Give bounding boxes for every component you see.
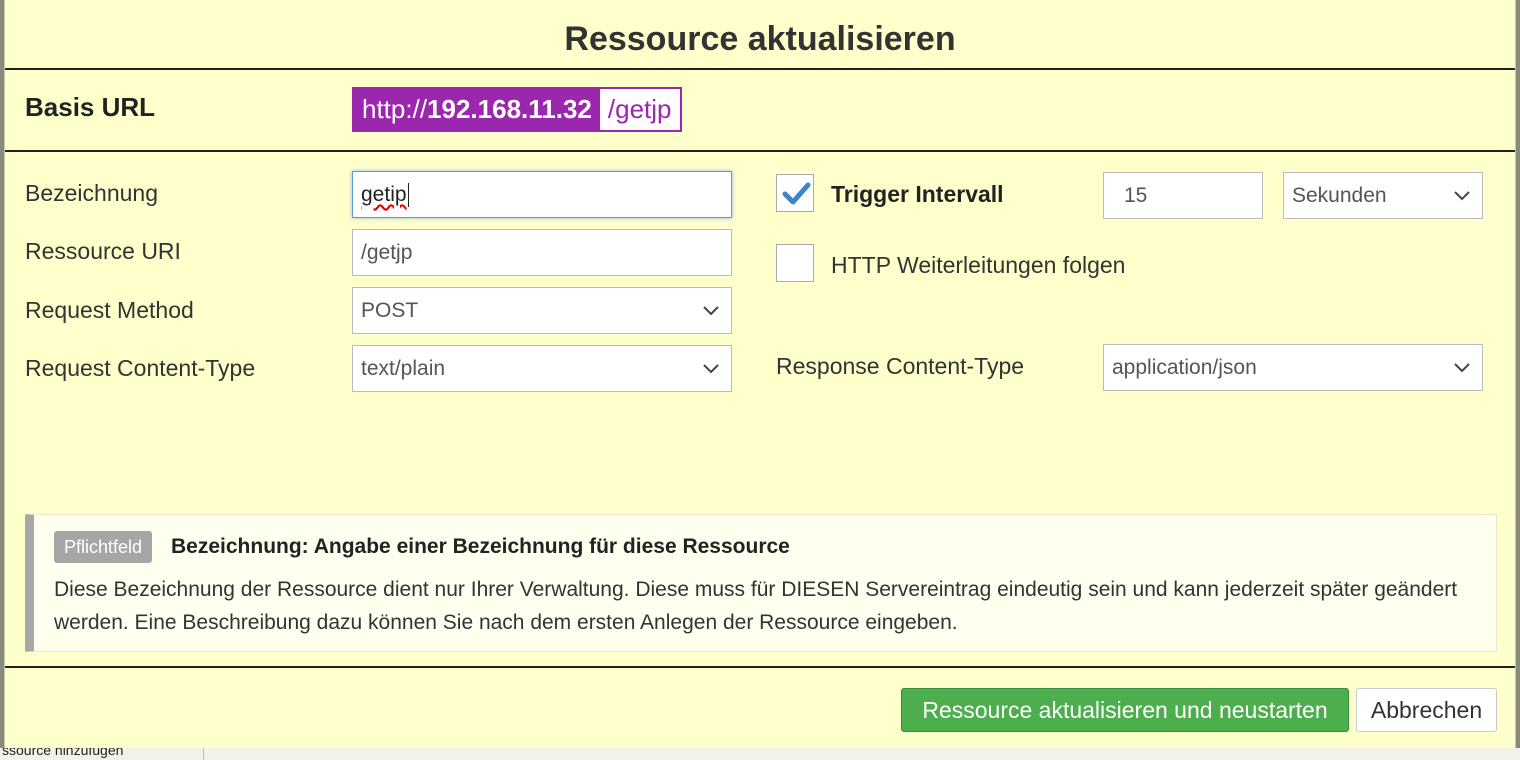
base-url-row: Basis URL http://192.168.11.32 /getjp — [5, 70, 1515, 152]
resp-content-type-value: application/json — [1112, 356, 1257, 379]
trigger-interval-input[interactable]: 15 — [1103, 172, 1263, 219]
req-content-type-select[interactable]: text/plain — [352, 345, 732, 392]
method-value: POST — [361, 299, 419, 322]
req-content-type-label: Request Content-Type — [25, 355, 256, 381]
update-resource-dialog: Ressource aktualisieren Basis URL http:/… — [4, 0, 1516, 748]
redirects-label: HTTP Weiterleitungen folgen — [831, 252, 1126, 278]
name-input[interactable]: getip — [352, 171, 732, 218]
base-url-label: Basis URL — [25, 92, 156, 122]
check-icon — [782, 182, 811, 205]
resp-content-type-select[interactable]: application/json — [1103, 344, 1483, 391]
trigger-checkbox[interactable] — [776, 174, 814, 212]
chevron-down-icon — [1454, 363, 1470, 373]
dialog-title: Ressource aktualisieren — [5, 0, 1515, 70]
url-scheme: http:// — [362, 94, 428, 124]
req-content-type-value: text/plain — [361, 357, 446, 380]
uri-label: Ressource URI — [25, 238, 181, 264]
help-title: Bezeichnung: Angabe einer Bezeichnung fü… — [171, 535, 790, 558]
base-url-display: http://192.168.11.32 /getjp — [352, 87, 682, 132]
redirects-checkbox[interactable] — [776, 244, 814, 282]
method-select[interactable]: POST — [352, 287, 732, 334]
resp-content-type-label: Response Content-Type — [776, 353, 1025, 379]
chevron-down-icon — [703, 306, 719, 316]
trigger-unit-select[interactable]: Sekunden — [1283, 172, 1483, 219]
chevron-down-icon — [703, 364, 719, 374]
trigger-unit-value: Sekunden — [1292, 184, 1387, 207]
footer-divider — [5, 666, 1515, 668]
uri-input[interactable]: /getjp — [352, 229, 732, 276]
help-body: Diese Bezeichnung der Ressource dient nu… — [54, 578, 1458, 634]
background-divider — [203, 748, 204, 760]
base-url-host: http://192.168.11.32 — [354, 89, 600, 130]
method-label: Request Method — [25, 297, 194, 323]
background-page: ssource hinzufügen — [0, 748, 1520, 760]
text-caret — [407, 183, 409, 208]
required-badge: Pflichtfeld — [54, 531, 153, 563]
help-panel: Pflichtfeld Bezeichnung: Angabe einer Be… — [25, 514, 1497, 652]
url-host: 192.168.11.32 — [427, 94, 592, 124]
name-label: Bezeichnung — [25, 180, 158, 206]
chevron-down-icon — [1454, 191, 1470, 201]
base-url-path: /getjp — [599, 89, 680, 130]
name-value: getip — [361, 183, 407, 206]
trigger-label: Trigger Intervall — [831, 181, 1004, 207]
update-restart-button[interactable]: Ressource aktualisieren und neustarten — [901, 688, 1349, 732]
cancel-button[interactable]: Abbrechen — [1356, 688, 1497, 732]
background-text: ssource hinzufügen — [2, 748, 124, 758]
